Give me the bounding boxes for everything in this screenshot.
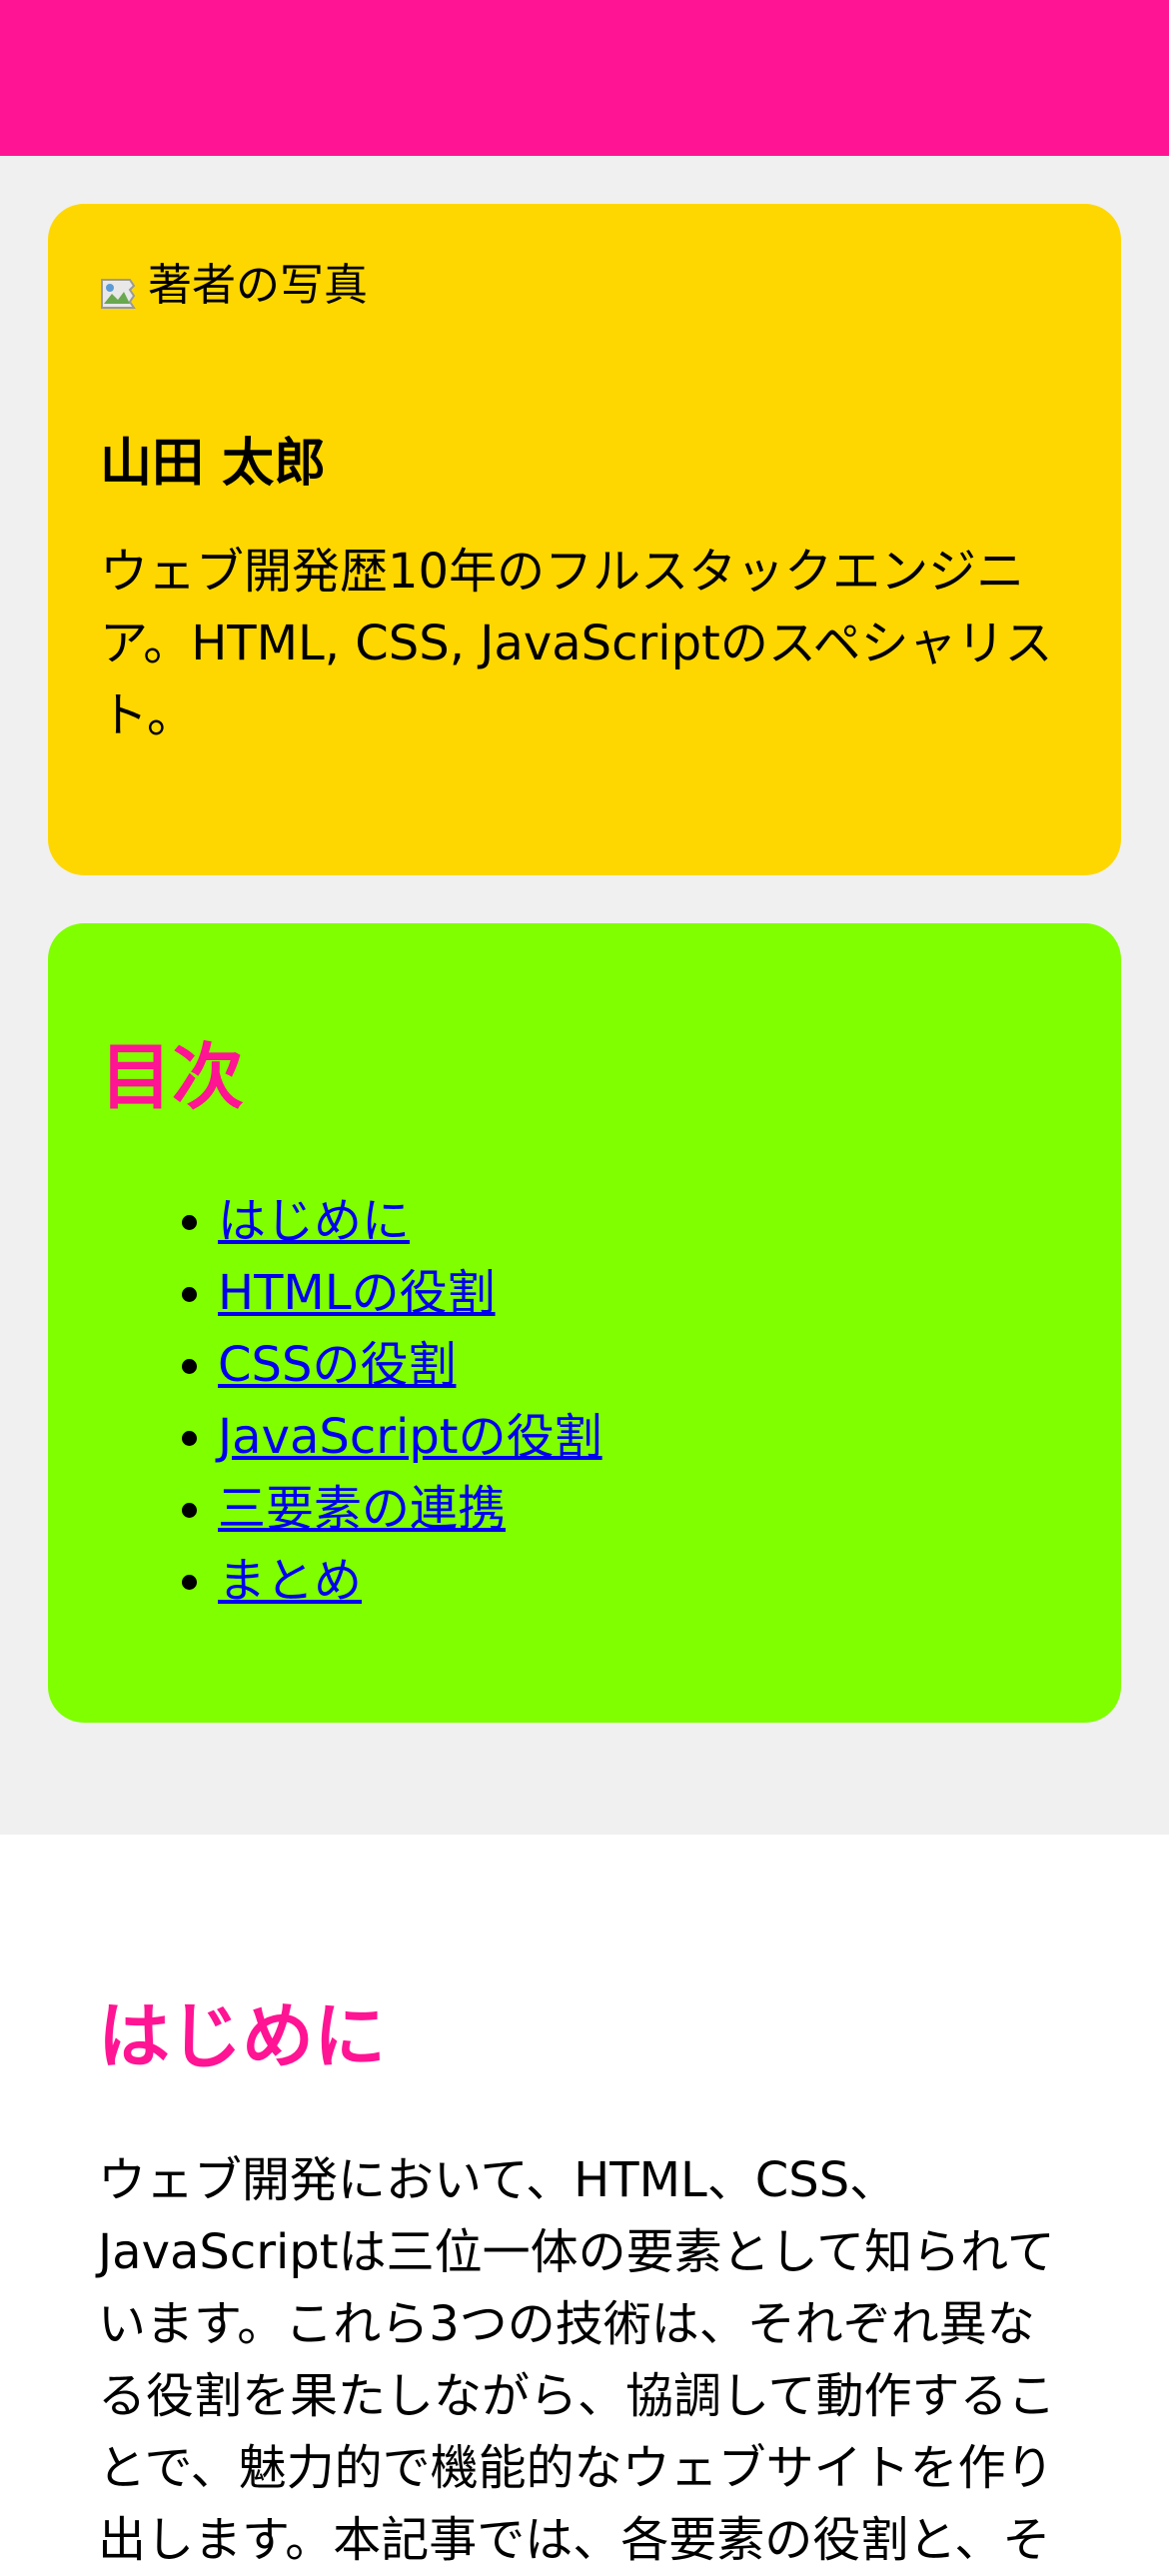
toc-link-javascript-role[interactable]: JavaScriptの役割 (218, 1409, 602, 1465)
toc-link-integration[interactable]: 三要素の連携 (218, 1481, 506, 1537)
author-card: 著者の写真 山田 太郎 ウェブ開発歴10年のフルスタックエンジニア。HTML, … (48, 204, 1121, 875)
table-of-contents: 目次 はじめに HTMLの役割 CSSの役割 JavaScriptの役割 三要素… (48, 923, 1121, 1723)
article: はじめに ウェブ開発において、HTML、CSS、JavaScriptは三位一体の… (0, 1835, 1169, 2576)
toc-item: CSSの役割 (218, 1329, 1069, 1401)
author-photo: 著者の写真 (100, 256, 1069, 316)
intro-paragraph: ウェブ開発において、HTML、CSS、JavaScriptは三位一体の要素として… (98, 2152, 1056, 2568)
toc-item: HTMLの役割 (218, 1257, 1069, 1329)
author-bio: ウェブ開発歴10年のフルスタックエンジニア。HTML, CSS, JavaScr… (100, 544, 1053, 743)
toc-link-summary[interactable]: まとめ (218, 1553, 362, 1609)
toc-item: 三要素の連携 (218, 1473, 1069, 1545)
toc-item: はじめに (218, 1185, 1069, 1257)
toc-link-html-role[interactable]: HTMLの役割 (218, 1265, 496, 1321)
toc-list: はじめに HTMLの役割 CSSの役割 JavaScriptの役割 三要素の連携… (100, 1185, 1069, 1617)
author-photo-alt: 著者の写真 (148, 260, 368, 311)
intro-heading: はじめに (98, 1994, 387, 2078)
author-name: 山田 太郎 (100, 434, 327, 494)
toc-title: 目次 (100, 1035, 245, 1119)
toc-item: まとめ (218, 1545, 1069, 1617)
toc-item: JavaScriptの役割 (218, 1401, 1069, 1473)
broken-image-icon (100, 268, 146, 309)
toc-link-introduction[interactable]: はじめに (218, 1193, 410, 1249)
toc-link-css-role[interactable]: CSSの役割 (218, 1337, 456, 1393)
sidebar: 著者の写真 山田 太郎 ウェブ開発歴10年のフルスタックエンジニア。HTML, … (0, 156, 1169, 1835)
header-bar (0, 0, 1169, 156)
